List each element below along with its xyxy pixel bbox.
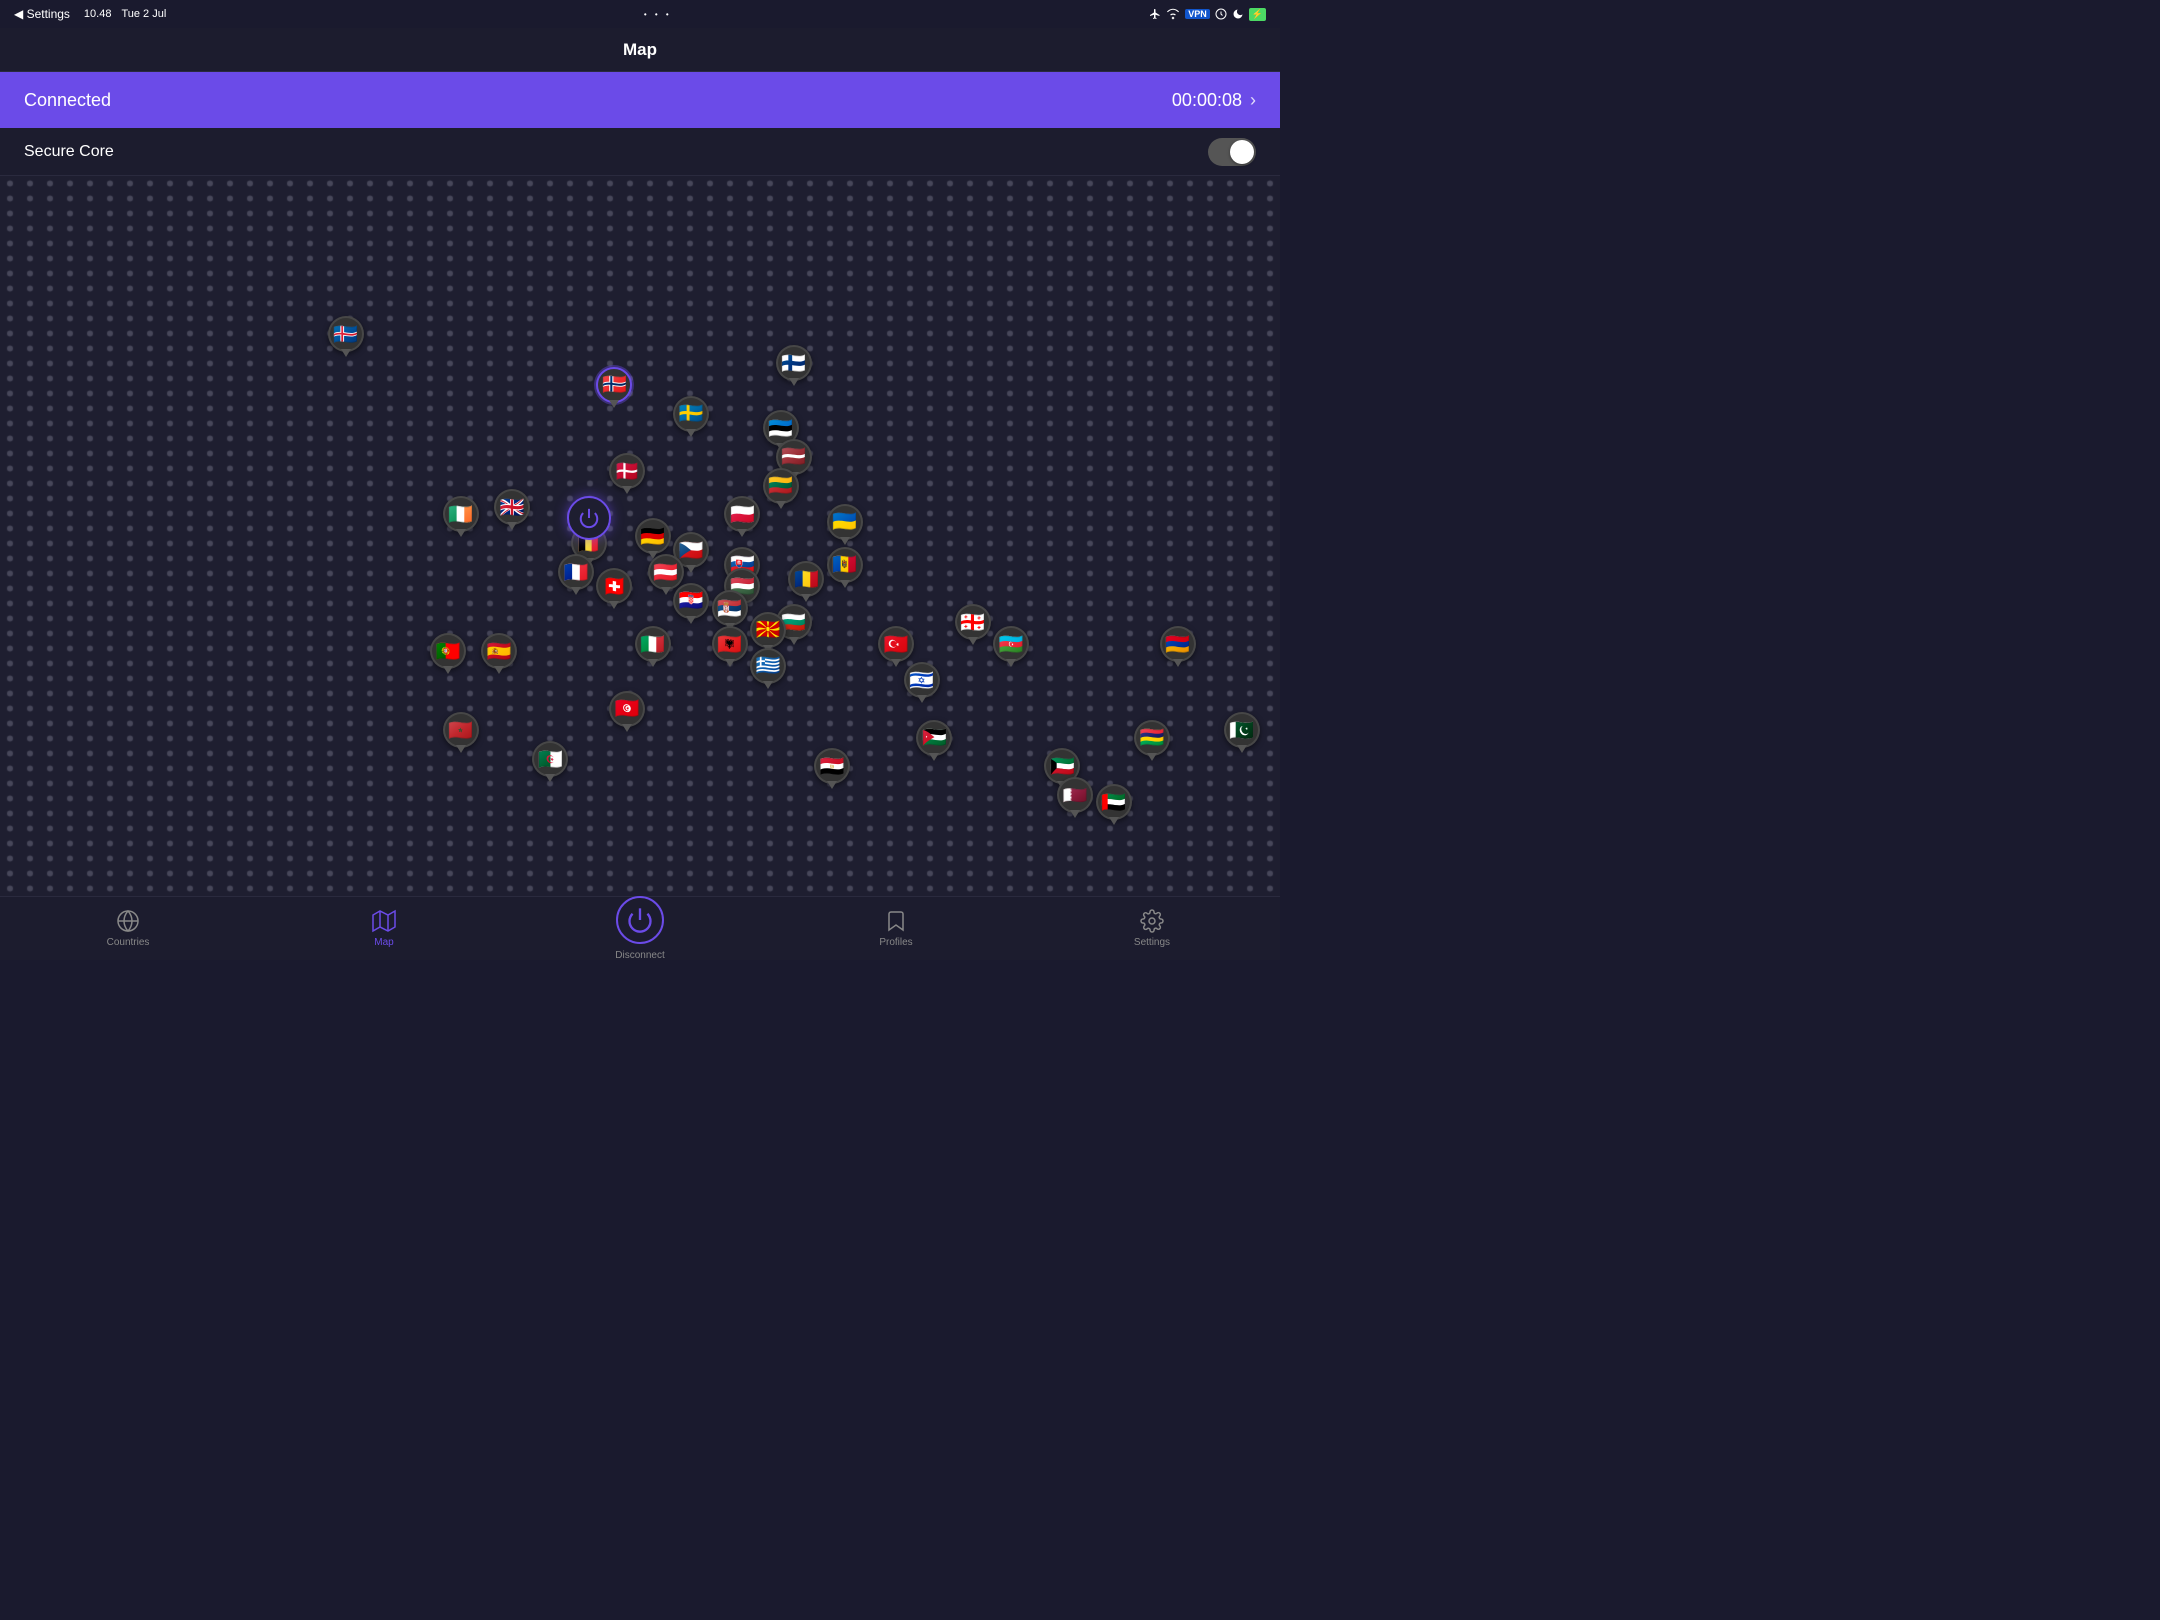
pin-pakistan[interactable]: 🇵🇰	[1224, 712, 1260, 748]
pin-spain[interactable]: 🇪🇸	[481, 633, 517, 669]
back-settings[interactable]: ◀ Settings	[14, 7, 70, 21]
globe-icon	[116, 909, 140, 933]
chevron-right-icon[interactable]: ›	[1250, 90, 1256, 111]
tab-profiles[interactable]: Profiles	[768, 909, 1024, 948]
pin-norway[interactable]: 🇳🇴	[596, 367, 632, 403]
tab-profiles-label: Profiles	[879, 937, 912, 948]
connection-timer: 00:00:08	[1172, 90, 1242, 111]
pin-egypt[interactable]: 🇪🇬	[814, 748, 850, 784]
pins-layer: 🇮🇸🇳🇴🇸🇪🇫🇮🇩🇰🇪🇪🇱🇻🇱🇹🇬🇧🇮🇪🇳🇱🇩🇪🇵🇱🇺🇦🇧🇪🇨🇿🇸🇰🇦🇹🇨🇭🇭🇺…	[0, 176, 1280, 896]
tab-countries[interactable]: Countries	[0, 909, 256, 948]
pin-qatar[interactable]: 🇶🇦	[1057, 777, 1093, 813]
pin-morocco[interactable]: 🇲🇦	[443, 712, 479, 748]
tab-settings-label: Settings	[1134, 937, 1170, 948]
tab-disconnect[interactable]: Disconnect	[512, 896, 768, 961]
pin-italy[interactable]: 🇮🇹	[635, 626, 671, 662]
pin-uae[interactable]: 🇦🇪	[1096, 784, 1132, 820]
power-button-pin[interactable]	[567, 496, 611, 540]
pin-lithuania[interactable]: 🇱🇹	[763, 468, 799, 504]
secure-core-row: Secure Core	[0, 128, 1280, 176]
status-center: • • •	[644, 10, 672, 19]
pin-iceland[interactable]: 🇮🇸	[328, 316, 364, 352]
pin-croatia[interactable]: 🇭🇷	[673, 583, 709, 619]
pin-france[interactable]: 🇫🇷	[558, 554, 594, 590]
wifi-icon	[1166, 8, 1180, 20]
pin-denmark[interactable]: 🇩🇰	[609, 453, 645, 489]
pin-finland[interactable]: 🇫🇮	[776, 345, 812, 381]
pin-algeria[interactable]: 🇩🇿	[532, 741, 568, 777]
secure-core-toggle[interactable]	[1208, 138, 1256, 166]
disconnect-circle[interactable]	[616, 896, 664, 944]
airplane-icon	[1149, 8, 1161, 20]
pin-tunisia[interactable]: 🇹🇳	[609, 691, 645, 727]
pin-mauritius[interactable]: 🇲🇺	[1134, 720, 1170, 756]
pin-austria[interactable]: 🇦🇹	[648, 554, 684, 590]
pin-turkey[interactable]: 🇹🇷	[878, 626, 914, 662]
status-dots: • • •	[644, 10, 672, 19]
bookmark-icon	[884, 909, 908, 933]
pin-switzerland[interactable]: 🇨🇭	[596, 568, 632, 604]
tab-bar: Countries Map Disconnect Profiles Settin…	[0, 896, 1280, 960]
pin-portugal[interactable]: 🇵🇹	[430, 633, 466, 669]
pin-jordan[interactable]: 🇯🇴	[916, 720, 952, 756]
pin-ukraine[interactable]: 🇺🇦	[827, 504, 863, 540]
pin-armenia[interactable]: 🇦🇲	[1160, 626, 1196, 662]
battery-icon: ⚡	[1249, 8, 1266, 21]
secure-core-label: Secure Core	[24, 143, 114, 161]
pin-uk[interactable]: 🇬🇧	[494, 489, 530, 525]
pin-north-mac[interactable]: 🇲🇰	[750, 612, 786, 648]
moon-icon	[1232, 8, 1244, 20]
vpn-badge: VPN	[1185, 9, 1210, 19]
tab-countries-label: Countries	[107, 937, 150, 948]
pin-serbia[interactable]: 🇷🇸	[712, 590, 748, 626]
connected-timer-area[interactable]: 00:00:08 ›	[1172, 90, 1256, 111]
pin-georgia[interactable]: 🇬🇪	[955, 604, 991, 640]
pin-azerbaijan[interactable]: 🇦🇿	[993, 626, 1029, 662]
pin-moldova[interactable]: 🇲🇩	[827, 547, 863, 583]
pin-albania[interactable]: 🇦🇱	[712, 626, 748, 662]
gear-icon	[1140, 909, 1164, 933]
status-right: VPN ⚡	[1149, 8, 1266, 21]
pin-sweden[interactable]: 🇸🇪	[673, 396, 709, 432]
status-time: 10.48	[84, 8, 112, 20]
tab-map[interactable]: Map	[256, 909, 512, 948]
pin-germany[interactable]: 🇩🇪	[635, 518, 671, 554]
power-icon	[626, 906, 654, 934]
tab-map-label: Map	[374, 937, 393, 948]
status-left: ◀ Settings 10.48 Tue 2 Jul	[14, 7, 166, 21]
page-title: Map	[623, 40, 657, 60]
pin-israel[interactable]: 🇮🇱	[904, 662, 940, 698]
title-bar: Map	[0, 28, 1280, 72]
connected-banner[interactable]: Connected 00:00:08 ›	[0, 72, 1280, 128]
tab-disconnect-label: Disconnect	[615, 950, 664, 961]
tab-settings[interactable]: Settings	[1024, 909, 1280, 948]
pin-greece[interactable]: 🇬🇷	[750, 648, 786, 684]
map-area[interactable]: 🇮🇸🇳🇴🇸🇪🇫🇮🇩🇰🇪🇪🇱🇻🇱🇹🇬🇧🇮🇪🇳🇱🇩🇪🇵🇱🇺🇦🇧🇪🇨🇿🇸🇰🇦🇹🇨🇭🇭🇺…	[0, 176, 1280, 896]
status-bar: ◀ Settings 10.48 Tue 2 Jul • • • VPN ⚡	[0, 0, 1280, 28]
connected-label: Connected	[24, 90, 111, 111]
pin-romania[interactable]: 🇷🇴	[788, 561, 824, 597]
timer-icon	[1215, 8, 1227, 20]
status-date: Tue 2 Jul	[121, 8, 166, 20]
pin-ireland[interactable]: 🇮🇪	[443, 496, 479, 532]
map-icon	[372, 909, 396, 933]
pin-poland[interactable]: 🇵🇱	[724, 496, 760, 532]
